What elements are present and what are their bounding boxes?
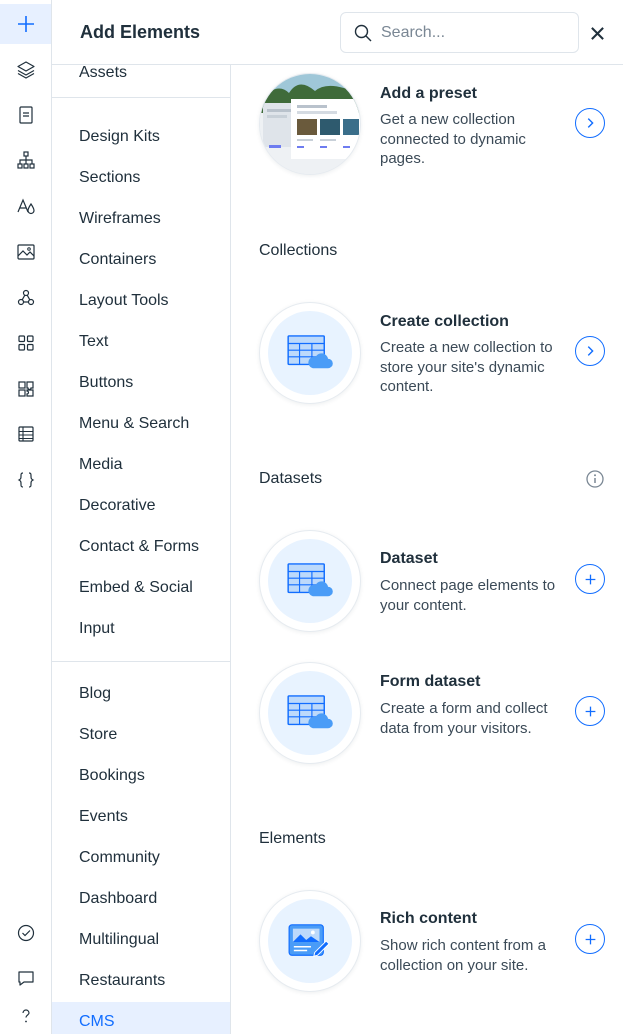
dataset-description: Connect page elements to your content.: [380, 577, 556, 614]
create-collection-title: Create collection: [380, 313, 509, 330]
chevron-right-icon: [587, 346, 594, 356]
category-divider: [52, 97, 230, 98]
category-item[interactable]: Buttons: [79, 372, 133, 394]
plus-icon[interactable]: [0, 4, 51, 44]
search-icon: [354, 24, 372, 42]
chat-icon[interactable]: [0, 958, 51, 998]
page-icon[interactable]: [0, 95, 51, 135]
rich-content-thumbnail[interactable]: [259, 890, 361, 992]
category-item[interactable]: Design Kits: [79, 126, 160, 148]
left-toolbar: [0, 0, 52, 1034]
add-form-dataset-button[interactable]: [575, 696, 605, 726]
sitemap-icon[interactable]: [0, 140, 51, 180]
close-button[interactable]: [586, 22, 608, 44]
category-item[interactable]: Decorative: [79, 495, 155, 517]
search-input[interactable]: [381, 22, 566, 44]
image-icon[interactable]: [0, 232, 51, 272]
category-item[interactable]: Input: [79, 618, 115, 640]
dataset-icon: [268, 539, 352, 623]
category-item[interactable]: Dashboard: [79, 888, 157, 910]
category-item[interactable]: Wireframes: [79, 208, 161, 230]
rich-content-title: Rich content: [380, 910, 477, 927]
dataset-thumbnail[interactable]: [259, 530, 361, 632]
preset-thumbnail[interactable]: [259, 73, 361, 175]
dataset-title: Dataset: [380, 550, 438, 567]
category-item[interactable]: Blog: [79, 683, 111, 705]
help-icon[interactable]: [0, 996, 51, 1034]
category-item[interactable]: Menu & Search: [79, 413, 189, 435]
category-item-cms[interactable]: CMS: [79, 1011, 115, 1033]
preset-description: Get a new collection connected to dynami…: [380, 111, 526, 167]
section-title-elements: Elements: [259, 830, 326, 847]
panel-title: Add Elements: [80, 22, 201, 42]
category-item[interactable]: Store: [79, 724, 117, 746]
create-collection-description: Create a new collection to store your si…: [380, 339, 553, 395]
element-gallery: Add a preset Get a new collection connec…: [231, 65, 623, 1034]
category-item[interactable]: Multilingual: [79, 929, 159, 951]
form-dataset-title: Form dataset: [380, 673, 481, 690]
category-item[interactable]: Assets: [79, 65, 127, 84]
create-collection-next-button[interactable]: [575, 336, 605, 366]
plus-icon: [585, 934, 595, 944]
section-title-collections: Collections: [259, 242, 338, 259]
category-item[interactable]: Containers: [79, 249, 156, 271]
form-dataset-description: Create a form and collect data from your…: [380, 700, 548, 737]
typography-icon[interactable]: [0, 186, 51, 226]
code-braces-icon[interactable]: [0, 460, 51, 500]
preset-title: Add a preset: [380, 85, 477, 102]
preset-next-button[interactable]: [575, 108, 605, 138]
category-item[interactable]: Bookings: [79, 765, 145, 787]
category-list: Assets Design Kits Sections Wireframes C…: [52, 65, 231, 1034]
puzzle-icon[interactable]: [0, 369, 51, 409]
form-dataset-thumbnail[interactable]: [259, 662, 361, 764]
plus-icon: [585, 574, 595, 584]
category-item[interactable]: Sections: [79, 167, 140, 189]
category-item[interactable]: Restaurants: [79, 970, 165, 992]
rich-content-description: Show rich content from a collection on y…: [380, 937, 546, 974]
collection-icon: [268, 311, 352, 395]
apps-icon[interactable]: [0, 278, 51, 318]
category-item[interactable]: Media: [79, 454, 123, 476]
layers-icon[interactable]: [0, 50, 51, 90]
category-item[interactable]: Community: [79, 847, 160, 869]
close-icon: [590, 26, 604, 40]
category-divider: [52, 661, 230, 662]
grid-icon[interactable]: [0, 323, 51, 363]
category-item[interactable]: Embed & Social: [79, 577, 193, 599]
checklist-icon[interactable]: [0, 913, 51, 953]
preset-preview-image: [260, 74, 360, 174]
category-item[interactable]: Events: [79, 806, 128, 828]
rich-content-icon: [268, 899, 352, 983]
category-item[interactable]: Contact & Forms: [79, 536, 199, 558]
category-item[interactable]: Text: [79, 331, 108, 353]
plus-icon: [585, 706, 595, 716]
search-box[interactable]: [340, 12, 579, 53]
form-dataset-icon: [268, 671, 352, 755]
section-title-datasets: Datasets: [259, 470, 323, 487]
create-collection-thumbnail[interactable]: [259, 302, 361, 404]
info-icon[interactable]: [585, 469, 605, 489]
category-item[interactable]: Layout Tools: [79, 290, 169, 312]
table-icon[interactable]: [0, 414, 51, 454]
add-dataset-button[interactable]: [575, 564, 605, 594]
add-rich-content-button[interactable]: [575, 924, 605, 954]
panel-header: Add Elements: [52, 0, 623, 65]
chevron-right-icon: [587, 118, 594, 128]
